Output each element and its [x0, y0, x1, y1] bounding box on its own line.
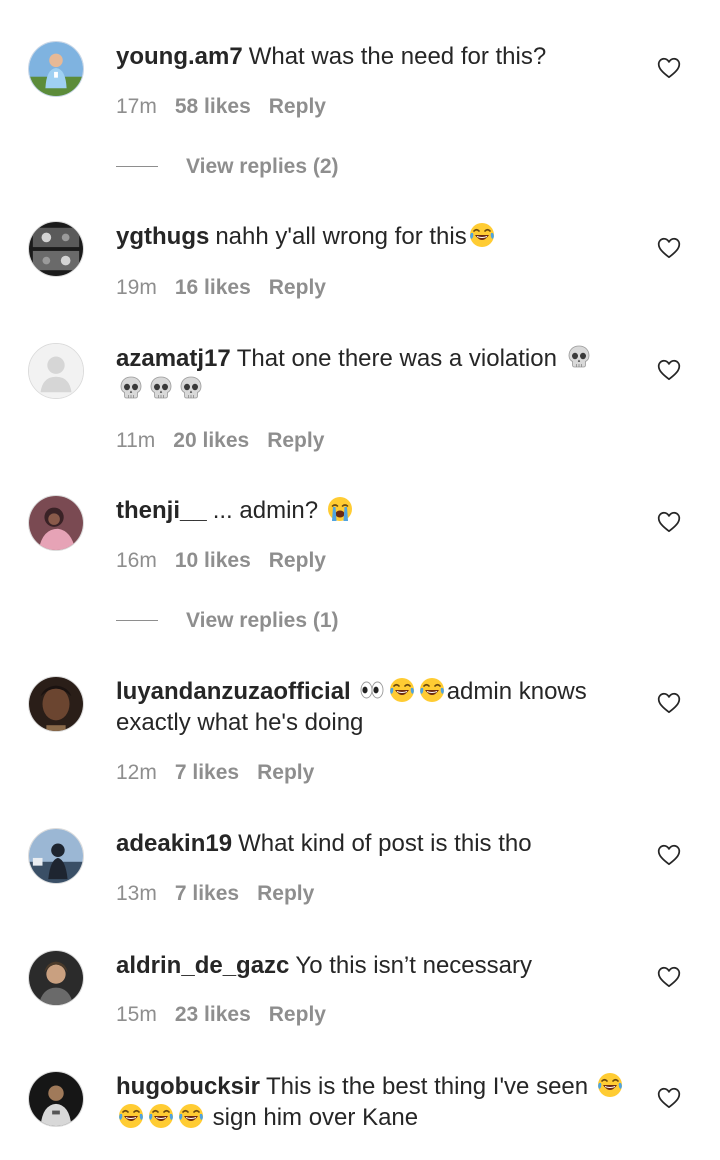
comment-text: hugobucksir This is the best thing I've s…: [116, 1071, 636, 1133]
comment-time: 13m: [116, 882, 157, 905]
face-with-tears-of-joy-emoji: [468, 221, 496, 249]
comment-body: That one there was a violation: [236, 345, 557, 372]
like-heart-icon[interactable]: [656, 357, 682, 383]
like-heart-icon[interactable]: [656, 235, 682, 261]
avatar[interactable]: [28, 676, 84, 732]
avatar[interactable]: [28, 343, 84, 399]
comment-body: ... admin?: [212, 497, 319, 524]
comment-text: adeakin19 What kind of post is this tho: [116, 828, 636, 859]
like-heart-icon[interactable]: [656, 964, 682, 990]
comment-text: azamatj17 That one there was a violation: [116, 343, 636, 405]
username-link[interactable]: aldrin_de_gazc: [116, 952, 289, 979]
username-link[interactable]: luyandanzuzaofficial: [116, 678, 351, 705]
avatar[interactable]: [28, 41, 84, 97]
comment-time: 16m: [116, 549, 157, 572]
like-heart-icon[interactable]: [656, 1085, 682, 1111]
skull-emoji: [117, 374, 145, 402]
username-link[interactable]: hugobucksir: [116, 1073, 260, 1100]
likes-count[interactable]: 23 likes: [175, 1003, 251, 1027]
comment-meta: 11m 20 likes Reply: [116, 429, 342, 453]
face-with-tears-of-joy-emoji: [596, 1071, 624, 1099]
likes-count[interactable]: 7 likes: [175, 761, 239, 785]
avatar[interactable]: [28, 221, 84, 277]
avatar[interactable]: [28, 950, 84, 1006]
comment-meta: 12m 7 likes Reply: [116, 761, 332, 785]
username-link[interactable]: ygthugs: [116, 223, 209, 250]
comment-body: Yo this isn’t necessary: [295, 952, 532, 979]
likes-count[interactable]: 16 likes: [175, 276, 251, 300]
comment-text: young.am7 What was the need for this?: [116, 41, 636, 72]
loudly-crying-face-emoji: [326, 495, 354, 523]
comment-text: luyandanzuzaofficial admin knows exactly …: [116, 676, 636, 738]
avatar[interactable]: [28, 495, 84, 551]
face-with-tears-of-joy-emoji: [388, 676, 416, 704]
comment-body-line2: sign him over Kane: [212, 1104, 419, 1131]
reply-button[interactable]: Reply: [257, 761, 314, 785]
like-heart-icon[interactable]: [656, 55, 682, 81]
likes-count[interactable]: 20 likes: [173, 429, 249, 453]
skull-emoji: [177, 374, 205, 402]
face-with-tears-of-joy-emoji: [117, 1102, 145, 1130]
view-replies-label[interactable]: View replies (1): [186, 606, 339, 636]
comment-body: What was the need for this?: [248, 43, 547, 70]
view-replies-label[interactable]: View replies (2): [186, 152, 339, 182]
comment-text: thenji__... admin?: [116, 495, 636, 526]
comment-body: nahh y'all wrong for this: [215, 223, 467, 250]
divider-line: [116, 166, 158, 167]
reply-button[interactable]: Reply: [269, 276, 326, 300]
comment-time: 11m: [116, 429, 156, 452]
comment-meta: 15m 23 likes Reply: [116, 1003, 344, 1027]
comment-body: admin knows: [446, 678, 587, 705]
like-heart-icon[interactable]: [656, 509, 682, 535]
username-link[interactable]: azamatj17: [116, 345, 231, 372]
username-link[interactable]: adeakin19: [116, 830, 232, 857]
comment-time: 12m: [116, 761, 157, 784]
comment-body-line2: exactly what he's doing: [116, 709, 364, 736]
reply-button[interactable]: Reply: [267, 429, 324, 453]
eyes-emoji: [358, 676, 386, 704]
skull-emoji: [147, 374, 175, 402]
comment-meta: 17m 58 likes Reply: [116, 95, 344, 119]
reply-button[interactable]: Reply: [269, 1003, 326, 1027]
reply-button[interactable]: Reply: [269, 549, 326, 573]
comment-meta: 16m 10 likes Reply: [116, 549, 344, 573]
likes-count[interactable]: 58 likes: [175, 95, 251, 119]
comment-time: 19m: [116, 276, 157, 299]
username-link[interactable]: thenji__: [116, 497, 207, 524]
comment-body: What kind of post is this tho: [238, 830, 532, 857]
comment-text: ygthugs nahh y'all wrong for this: [116, 221, 636, 252]
reply-button[interactable]: Reply: [269, 95, 326, 119]
reply-button[interactable]: Reply: [257, 882, 314, 906]
face-with-tears-of-joy-emoji: [418, 676, 446, 704]
face-with-tears-of-joy-emoji: [177, 1102, 205, 1130]
username-link[interactable]: young.am7: [116, 43, 243, 70]
face-with-tears-of-joy-emoji: [147, 1102, 175, 1130]
likes-count[interactable]: 10 likes: [175, 549, 251, 573]
like-heart-icon[interactable]: [656, 690, 682, 716]
like-heart-icon[interactable]: [656, 842, 682, 868]
comment-time: 17m: [116, 95, 157, 118]
avatar[interactable]: [28, 828, 84, 884]
likes-count[interactable]: 7 likes: [175, 882, 239, 906]
skull-emoji: [565, 343, 593, 371]
divider-line: [116, 620, 158, 621]
comment-time: 15m: [116, 1003, 157, 1026]
avatar[interactable]: [28, 1071, 84, 1127]
comment-meta: 19m 16 likes Reply: [116, 276, 344, 300]
comment-meta: 13m 7 likes Reply: [116, 882, 332, 906]
comment-text: aldrin_de_gazc Yo this isn’t necessary: [116, 950, 636, 981]
comment-body: This is the best thing I've seen: [266, 1073, 589, 1100]
